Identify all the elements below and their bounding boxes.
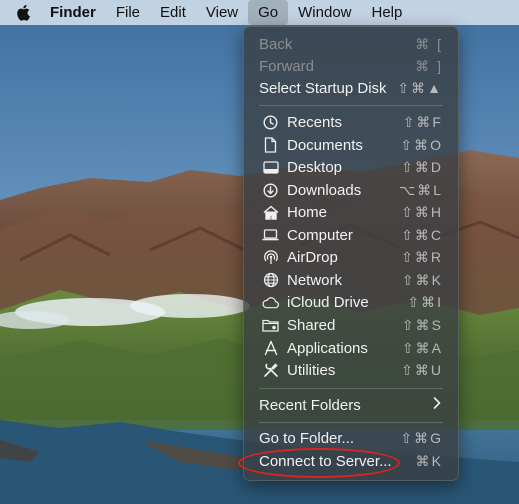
- clock-icon: [262, 114, 279, 131]
- menu-item-label: Downloads: [287, 181, 362, 199]
- menubar-file[interactable]: File: [106, 0, 150, 25]
- menu-item-label: Recent Folders: [259, 396, 361, 414]
- cloud-icon: [262, 294, 279, 311]
- menu-item-label: Computer: [287, 226, 353, 244]
- shortcut: ⇧⌘D: [401, 158, 443, 175]
- menu-item-label: Shared: [287, 316, 336, 334]
- go-menu: Back ⌘ [ Forward ⌘ ] Select Startup Disk…: [243, 26, 459, 481]
- menu-item-label: Utilities: [287, 361, 336, 379]
- shortcut: ⇧⌘C: [401, 226, 443, 243]
- menu-item-label: Go to Folder...: [259, 429, 355, 447]
- menu-item-back[interactable]: Back ⌘ [: [249, 33, 453, 55]
- menu-item-label: Connect to Server...: [259, 452, 392, 470]
- document-icon: [262, 137, 279, 154]
- menu-item-label: Desktop: [287, 158, 343, 176]
- shortcut: ⇧⌘▲: [397, 79, 443, 96]
- utilities-icon: [262, 362, 279, 379]
- menu-item-select-startup-disk[interactable]: Select Startup Disk ⇧⌘▲: [249, 77, 453, 99]
- menu-item-computer[interactable]: Computer ⇧⌘C: [249, 224, 453, 246]
- menu-item-label: Home: [287, 203, 328, 221]
- menu-separator: [259, 105, 443, 106]
- laptop-icon: [262, 227, 279, 244]
- menu-item-downloads[interactable]: Downloads ⌥⌘L: [249, 179, 453, 201]
- menu-item-label: Applications: [287, 339, 368, 357]
- menu-item-recents[interactable]: Recents ⇧⌘F: [249, 111, 453, 133]
- apple-menu-icon[interactable]: [16, 4, 30, 21]
- airdrop-icon: [262, 249, 279, 266]
- globe-icon: [262, 272, 279, 289]
- download-icon: [262, 182, 279, 199]
- shortcut: ⌘ ]: [415, 57, 443, 74]
- menu-item-documents[interactable]: Documents ⇧⌘O: [249, 134, 453, 156]
- menu-item-connect-to-server[interactable]: Connect to Server... ⌘K: [249, 450, 453, 472]
- shortcut: ⇧⌘H: [401, 203, 443, 220]
- menu-item-applications[interactable]: Applications ⇧⌘A: [249, 337, 453, 359]
- shortcut: ⇧⌘I: [407, 293, 443, 310]
- menubar-window[interactable]: Window: [288, 0, 361, 25]
- menu-item-home[interactable]: Home ⇧⌘H: [249, 201, 453, 223]
- shared-folder-icon: [262, 317, 279, 334]
- menubar-help[interactable]: Help: [362, 0, 413, 25]
- menubar-view[interactable]: View: [196, 0, 248, 25]
- menu-item-recent-folders[interactable]: Recent Folders: [249, 394, 453, 416]
- shortcut: ⇧⌘U: [401, 361, 443, 378]
- menu-item-label: Select Startup Disk: [259, 79, 387, 97]
- menu-item-label: AirDrop: [287, 248, 338, 266]
- menu-separator: [259, 422, 443, 423]
- menu-item-label: Forward: [259, 57, 315, 75]
- menubar-edit[interactable]: Edit: [150, 0, 196, 25]
- menu-item-label: Network: [287, 271, 343, 289]
- applications-icon: [262, 340, 279, 357]
- desktop-icon: [262, 159, 279, 176]
- shortcut: ⇧⌘G: [400, 429, 443, 446]
- shortcut: ⇧⌘O: [400, 136, 443, 153]
- menubar-go[interactable]: Go: [248, 0, 289, 25]
- chevron-right-icon: [433, 396, 441, 414]
- menu-item-label: Recents: [287, 113, 343, 131]
- menu-item-label: Documents: [287, 136, 363, 154]
- shortcut: ⇧⌘R: [401, 248, 443, 265]
- menu-item-airdrop[interactable]: AirDrop ⇧⌘R: [249, 246, 453, 268]
- shortcut: ⌘K: [415, 452, 443, 469]
- menu-item-shared[interactable]: Shared ⇧⌘S: [249, 314, 453, 336]
- menu-item-utilities[interactable]: Utilities ⇧⌘U: [249, 359, 453, 381]
- shortcut: ⇧⌘S: [401, 316, 443, 333]
- menu-item-label: Back: [259, 35, 293, 53]
- menu-item-go-to-folder[interactable]: Go to Folder... ⇧⌘G: [249, 427, 453, 449]
- menu-item-label: iCloud Drive: [287, 293, 369, 311]
- menubar-app-name[interactable]: Finder: [50, 0, 106, 25]
- menu-separator: [259, 388, 443, 389]
- menu-item-forward[interactable]: Forward ⌘ ]: [249, 55, 453, 77]
- menu-bar: Finder File Edit View Go Window Help: [0, 0, 519, 25]
- shortcut: ⌘ [: [415, 35, 443, 52]
- menu-item-icloud-drive[interactable]: iCloud Drive ⇧⌘I: [249, 291, 453, 313]
- menu-item-desktop[interactable]: Desktop ⇧⌘D: [249, 156, 453, 178]
- menu-item-network[interactable]: Network ⇧⌘K: [249, 269, 453, 291]
- shortcut: ⇧⌘A: [401, 339, 443, 356]
- shortcut: ⌥⌘L: [399, 181, 443, 198]
- shortcut: ⇧⌘F: [402, 113, 443, 130]
- home-icon: [262, 204, 279, 221]
- shortcut: ⇧⌘K: [401, 271, 443, 288]
